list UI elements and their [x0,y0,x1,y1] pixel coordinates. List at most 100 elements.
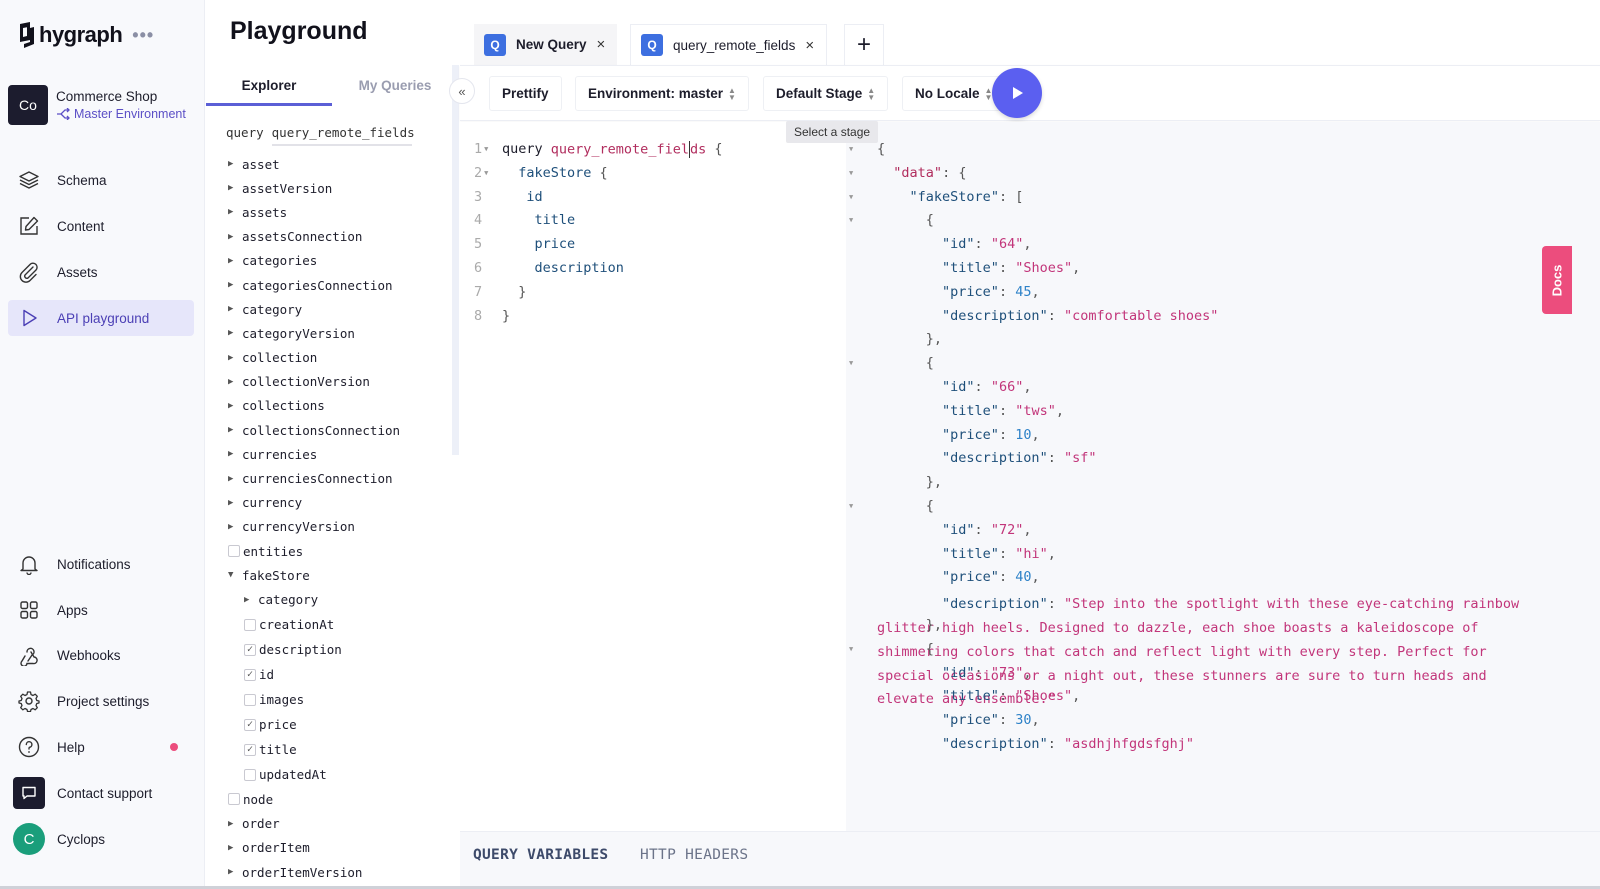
caret-right-icon[interactable]: ▶ [228,843,242,853]
tree-item[interactable]: ▶ assets [228,200,400,224]
tree-item[interactable]: ▶ currency [228,491,400,515]
tree-item[interactable]: ✓ title [228,737,400,762]
caret-down-icon[interactable]: ▼ [228,570,242,580]
checkbox-checked[interactable]: ✓ [244,718,256,731]
tree-item[interactable]: ▼ fakeStore [228,563,400,587]
fold-arrow-icon[interactable]: ▼ [849,145,853,153]
tree-item[interactable]: updatedAt [228,762,400,787]
caret-right-icon[interactable]: ▶ [228,425,242,435]
environment-link[interactable]: Master Environment [56,107,186,121]
nav-item-assets[interactable]: Assets [8,254,194,290]
project-switcher[interactable]: Co Commerce Shop Master Environment [8,85,186,125]
nav-item-notifications[interactable]: Notifications [8,546,194,582]
tree-item[interactable]: ▶ collection [228,346,400,370]
tree-item[interactable]: ▶ categoriesConnection [228,273,400,297]
tree-item[interactable]: ▶ order [228,812,400,836]
checkbox-checked[interactable]: ✓ [244,643,256,656]
nav-item-user-profile[interactable]: C Cyclops [8,821,194,857]
checkbox-checked[interactable]: ✓ [244,668,256,681]
caret-right-icon[interactable]: ▶ [228,304,242,314]
caret-right-icon[interactable]: ▶ [228,377,242,387]
result-viewer[interactable]: ▼{▼ "data": {▼ "fakeStore": [▼ { "id": "… [846,122,1600,831]
add-tab-button[interactable]: + [844,24,884,65]
checkbox[interactable] [244,768,256,781]
caret-right-icon[interactable]: ▶ [228,280,242,290]
tab-http-headers[interactable]: HTTP HEADERS [640,847,748,863]
nav-item-contact-support[interactable]: Contact support [8,775,194,811]
checkbox[interactable] [244,618,256,631]
tree-item[interactable]: ▶ currenciesConnection [228,466,400,490]
tree-item[interactable]: ▶ currencies [228,442,400,466]
tab-my-queries[interactable]: My Queries [332,72,458,106]
tab-explorer[interactable]: Explorer [206,72,332,106]
tree-item[interactable]: ▶ collections [228,394,400,418]
fold-arrow-icon[interactable]: ▼ [849,359,853,367]
tree-item[interactable]: ▶ assetVersion [228,176,400,200]
panel-resize-handle[interactable] [452,65,459,455]
tree-item[interactable]: ▶ orderItem [228,836,400,860]
caret-right-icon[interactable]: ▶ [244,595,258,605]
caret-right-icon[interactable]: ▶ [228,522,242,532]
tree-item[interactable]: ▶ category [228,297,400,321]
fold-arrow-icon[interactable]: ▼ [849,645,853,653]
query-code[interactable]: 1 ▼ query query_remote_fields { 2 ▼ fakeSto… [474,141,722,331]
nav-item-webhooks[interactable]: Webhooks [8,637,194,673]
fold-arrow-icon[interactable]: ▼ [849,502,853,510]
tab-new-query[interactable]: Q New Query × [474,24,618,65]
caret-right-icon[interactable]: ▶ [228,819,242,829]
tab-query-variables[interactable]: QUERY VARIABLES [473,847,608,863]
caret-right-icon[interactable]: ▶ [228,159,242,169]
tree-item[interactable]: ▶ category [228,587,400,612]
prettify-button[interactable]: Prettify [489,76,562,111]
more-options-icon[interactable]: ••• [132,25,154,46]
collapse-explorer-button[interactable]: « [449,78,475,104]
tree-item[interactable]: images [228,687,400,712]
caret-right-icon[interactable]: ▶ [228,183,242,193]
caret-right-icon[interactable]: ▶ [228,498,242,508]
tree-item[interactable]: ▶ categoryVersion [228,321,400,345]
fold-arrow-icon[interactable]: ▼ [849,216,853,224]
tree-item[interactable]: ▶ asset [228,152,400,176]
close-icon[interactable]: × [805,37,814,54]
fold-arrow-icon[interactable]: ▼ [849,169,853,177]
tree-item[interactable]: ▶ categories [228,249,400,273]
hygraph-logo[interactable]: hygraph ••• [16,22,154,48]
caret-right-icon[interactable]: ▶ [228,867,242,877]
fold-arrow-icon[interactable]: ▼ [484,145,488,153]
environment-select[interactable]: Environment: master ▲ ▼ [575,76,749,111]
nav-item-content[interactable]: Content [8,208,194,244]
stage-select[interactable]: Default Stage ▲ ▼ [763,76,889,111]
checkbox[interactable] [244,693,256,706]
caret-right-icon[interactable]: ▶ [228,401,242,411]
tree-item[interactable]: ✓ description [228,637,400,662]
tree-item[interactable]: ✓ id [228,662,400,687]
nav-item-apps[interactable]: Apps [8,592,194,628]
caret-right-icon[interactable]: ▶ [228,328,242,338]
checkbox[interactable] [228,793,240,806]
checkbox[interactable] [228,545,240,558]
tree-item[interactable]: ▶ collectionVersion [228,370,400,394]
caret-right-icon[interactable]: ▶ [228,207,242,217]
caret-right-icon[interactable]: ▶ [228,353,242,363]
caret-right-icon[interactable]: ▶ [228,449,242,459]
caret-right-icon[interactable]: ▶ [228,474,242,484]
tree-item[interactable]: ▶ currencyVersion [228,515,400,539]
run-query-button[interactable] [992,68,1042,118]
caret-right-icon[interactable]: ▶ [228,256,242,266]
tree-item[interactable]: ✓ price [228,712,400,737]
tree-item[interactable]: node [228,787,400,811]
tree-item[interactable]: ▶ collectionsConnection [228,418,400,442]
fold-arrow-icon[interactable]: ▼ [484,169,488,177]
caret-right-icon[interactable]: ▶ [228,232,242,242]
tab-query-remote-fields[interactable]: Q query_remote_fields × [630,24,828,65]
query-name-input[interactable]: query_remote_fields [271,125,415,146]
tree-item[interactable]: ▶ assetsConnection [228,225,400,249]
tree-item[interactable]: ▶ orderItemVersion [228,860,400,884]
checkbox-checked[interactable]: ✓ [244,743,256,756]
fold-arrow-icon[interactable]: ▼ [849,193,853,201]
locale-select[interactable]: No Locale ▲ ▼ [902,76,1006,111]
docs-button[interactable]: Docs [1542,246,1572,314]
nav-item-project-settings[interactable]: Project settings [8,683,194,719]
nav-item-schema[interactable]: Schema [8,162,194,198]
close-icon[interactable]: × [597,36,606,53]
